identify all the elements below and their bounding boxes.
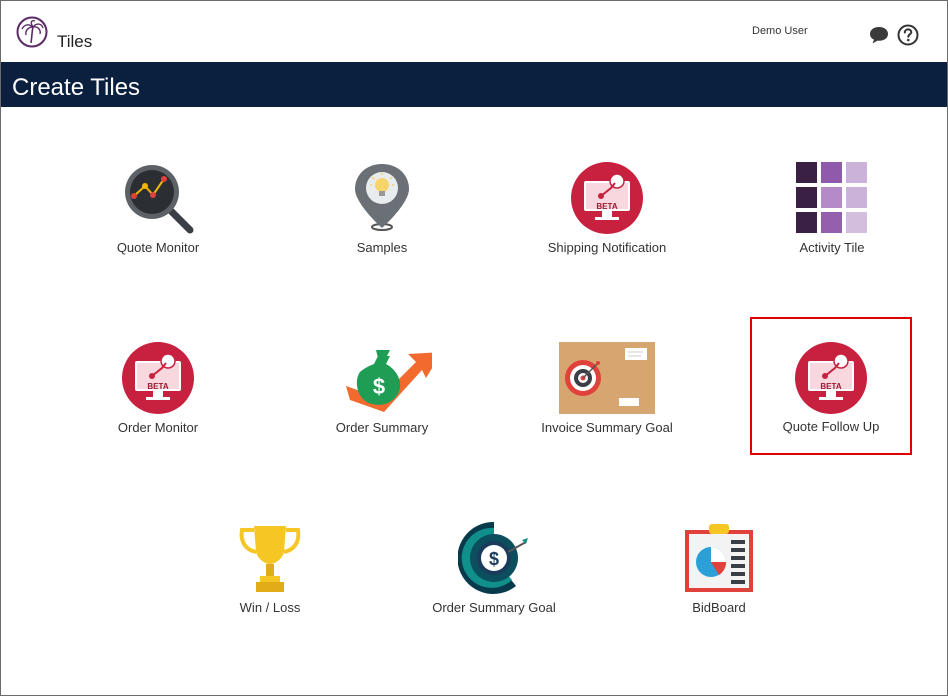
tile-shipping-notification[interactable]: BETA Shipping Notification	[527, 162, 687, 282]
tile-label: Order Summary	[335, 420, 429, 435]
beta-badge: BETA	[820, 382, 841, 391]
tile-label: Order Summary Goal	[432, 600, 556, 615]
tile-label: BidBoard	[692, 600, 746, 615]
app-window: Tiles Demo User Create Tiles Quote Monit…	[0, 0, 948, 696]
app-title: Tiles	[57, 32, 93, 51]
tile-order-monitor[interactable]: BETA Order Monitor	[78, 342, 238, 462]
trophy-icon	[239, 526, 301, 592]
svg-text:$: $	[373, 374, 385, 399]
tile-bidboard[interactable]: BidBoard	[639, 522, 799, 642]
magnifier-chart-icon	[125, 165, 194, 234]
svg-text:$: $	[489, 549, 499, 569]
beta-monitor-icon: BETA	[795, 342, 867, 414]
clipboard-chart-icon	[685, 524, 753, 592]
money-bag-arrow-icon: $	[346, 350, 432, 412]
envelope-target-icon	[559, 342, 655, 414]
tile-win-loss[interactable]: Win / Loss	[190, 522, 350, 642]
chat-bubble-icon[interactable]	[868, 25, 890, 45]
tile-label: Shipping Notification	[547, 240, 667, 255]
dollar-target-icon: $	[458, 522, 528, 594]
page-title: Create Tiles	[12, 74, 141, 101]
tile-label: Samples	[356, 240, 408, 255]
tile-invoice-summary-goal[interactable]: Invoice Summary Goal	[527, 342, 687, 462]
beta-monitor-icon: BETA	[571, 162, 643, 234]
location-pin-bulb-icon	[355, 164, 409, 231]
palm-tree-logo-icon[interactable]	[16, 16, 48, 48]
tile-label: Invoice Summary Goal	[541, 420, 673, 435]
beta-badge: BETA	[596, 202, 617, 211]
help-circle-icon[interactable]	[897, 24, 919, 46]
tile-quote-follow-up[interactable]: BETA Quote Follow Up	[750, 317, 912, 455]
purple-grid-icon	[796, 162, 867, 233]
tile-quote-monitor[interactable]: Quote Monitor	[78, 162, 238, 282]
tile-label: Order Monitor	[117, 420, 199, 435]
tile-order-summary[interactable]: $ Order Summary	[302, 342, 462, 462]
top-bar: Tiles Demo User	[1, 1, 947, 62]
beta-monitor-icon: BETA	[122, 342, 194, 414]
user-name[interactable]: Demo User	[752, 25, 808, 37]
tile-order-summary-goal[interactable]: $ Order Summary Goal	[414, 522, 574, 642]
beta-badge: BETA	[147, 382, 168, 391]
tile-label: Quote Follow Up	[782, 419, 880, 434]
tile-label: Activity Tile	[799, 240, 865, 255]
tile-activity-tile[interactable]: Activity Tile	[752, 162, 912, 282]
tile-label: Win / Loss	[239, 600, 301, 615]
tile-label: Quote Monitor	[116, 240, 200, 255]
page-header: Create Tiles	[1, 62, 947, 107]
tile-samples[interactable]: Samples	[302, 162, 462, 282]
